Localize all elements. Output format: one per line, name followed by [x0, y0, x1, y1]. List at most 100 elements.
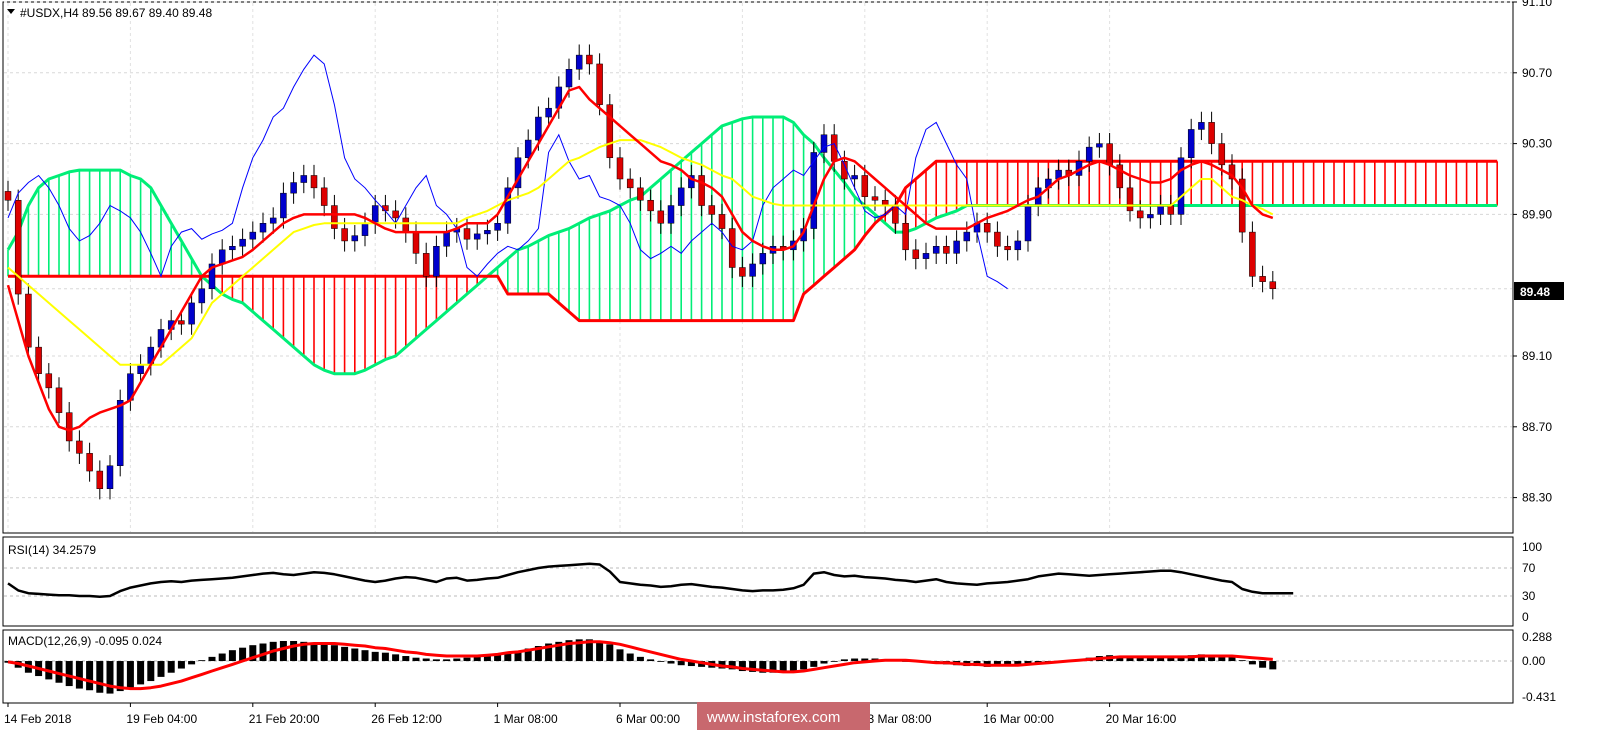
bull-candle	[443, 231, 450, 247]
bear-candle	[1208, 122, 1215, 144]
price-tick-label: 88.70	[1522, 420, 1552, 434]
macd-histogram-bar	[657, 661, 665, 662]
macd-histogram-bar	[443, 659, 451, 662]
date-tick-label: 19 Feb 04:00	[126, 712, 197, 726]
macd-histogram-bar	[789, 661, 797, 672]
macd-histogram-bar	[851, 658, 859, 662]
bull-candle	[1014, 240, 1022, 251]
bull-candle	[575, 54, 583, 70]
bear-candle	[1126, 187, 1134, 212]
bull-candle	[300, 175, 308, 183]
price-panel-frame	[2, 1, 1514, 534]
macd-histogram-bar	[1238, 660, 1246, 662]
bear-candle	[1106, 143, 1113, 166]
bear-candle	[728, 228, 736, 268]
macd-histogram-bar	[647, 659, 655, 662]
macd-histogram-bar	[636, 656, 644, 662]
bear-candle	[96, 470, 104, 489]
bull-candle	[963, 231, 971, 242]
bear-candle	[1136, 210, 1144, 219]
macd-histogram-bar	[596, 641, 604, 662]
bear-candle	[698, 175, 705, 206]
macd-histogram-bar	[310, 642, 318, 662]
bull-candle	[1024, 205, 1032, 242]
bull-candle	[932, 246, 940, 254]
price-tick-label: 90.30	[1522, 137, 1552, 151]
bear-candle	[1218, 143, 1226, 166]
bear-candle	[45, 373, 53, 389]
bear-candle	[331, 205, 338, 229]
bear-candle	[657, 210, 665, 224]
bear-candle	[1004, 246, 1011, 251]
macd-histogram-bar	[126, 661, 134, 688]
bear-candle	[1167, 205, 1175, 215]
bull-candle	[545, 107, 552, 118]
bull-candle	[1177, 157, 1185, 215]
bear-candle	[178, 320, 185, 325]
bull-candle	[953, 240, 960, 254]
bear-candle	[912, 249, 920, 259]
price-tick-label: 91.10	[1522, 0, 1552, 9]
macd-tick-label: -0.431	[1522, 690, 1556, 704]
bear-candle	[892, 205, 899, 224]
macd-histogram-bar	[840, 659, 848, 662]
macd-histogram-bar	[188, 661, 196, 665]
bull-candle	[494, 223, 501, 231]
bear-candle	[341, 228, 348, 242]
usdx-h4-chart: 91.10 90.70 90.30 89.90 89.10 88.70 88.30 100 70…	[2, 0, 1564, 730]
macd-histogram-bar	[402, 656, 410, 662]
bull-candle	[239, 238, 246, 247]
macd-tick-label: 0.288	[1522, 630, 1552, 644]
macd-histogram-bar	[279, 641, 287, 662]
bear-candle	[994, 231, 1001, 247]
rsi-title: RSI(14) 34.2579	[8, 543, 96, 557]
bull-candle	[106, 465, 114, 489]
bull-candle	[218, 249, 226, 265]
bear-candle	[902, 223, 909, 251]
bear-candle	[1249, 231, 1256, 277]
bull-candle	[290, 182, 297, 194]
macd-histogram-bar	[330, 645, 338, 662]
macd-histogram-bar	[65, 661, 73, 687]
macd-histogram-bar	[290, 641, 298, 662]
current-price-label: 89.48	[1520, 285, 1550, 299]
macd-histogram-bar	[351, 648, 359, 662]
bull-candle	[280, 192, 287, 219]
macd-histogram-bar	[147, 661, 155, 682]
bull-candle	[269, 217, 277, 224]
chart-title: #USDX,H4 89.56 89.67 89.40 89.48	[20, 6, 212, 20]
macd-histogram-bar	[86, 661, 94, 691]
bear-candle	[596, 63, 603, 105]
bull-candle	[749, 263, 756, 277]
bull-candle	[473, 233, 481, 240]
bear-candle	[718, 214, 726, 229]
rsi-tick-label: 0	[1522, 610, 1529, 624]
bear-candle	[310, 175, 318, 189]
date-tick-label: 26 Feb 12:00	[371, 712, 442, 726]
bull-candle	[1085, 146, 1093, 162]
bull-candle	[198, 288, 206, 304]
price-tick-label: 89.10	[1522, 349, 1552, 363]
date-tick-label: 6 Mar 00:00	[616, 712, 680, 726]
macd-histogram-bar	[96, 661, 104, 693]
macd-histogram-bar	[157, 661, 165, 677]
bear-candle	[402, 217, 410, 233]
rsi-tick-label: 70	[1522, 561, 1536, 575]
macd-histogram-bar	[208, 656, 216, 662]
macd-histogram-bar	[810, 661, 818, 667]
bear-candle	[606, 104, 614, 159]
macd-histogram-bar	[167, 661, 175, 673]
date-tick-label: 20 Mar 16:00	[1106, 712, 1177, 726]
macd-title: MACD(12,26,9) -0.095 0.024	[8, 634, 162, 648]
bull-candle	[249, 231, 257, 240]
bear-candle	[586, 54, 593, 65]
bear-candle	[25, 293, 32, 348]
bull-candle	[922, 253, 930, 259]
watermark-text: www.instaforex.com	[706, 709, 840, 726]
date-tick-label: 14 Feb 2018	[4, 712, 72, 726]
rsi-tick-label: 100	[1522, 540, 1542, 554]
date-tick-label: 1 Mar 08:00	[494, 712, 558, 726]
bear-candle	[463, 228, 471, 240]
bull-candle	[351, 235, 359, 242]
macd-histogram-bar	[228, 650, 236, 662]
